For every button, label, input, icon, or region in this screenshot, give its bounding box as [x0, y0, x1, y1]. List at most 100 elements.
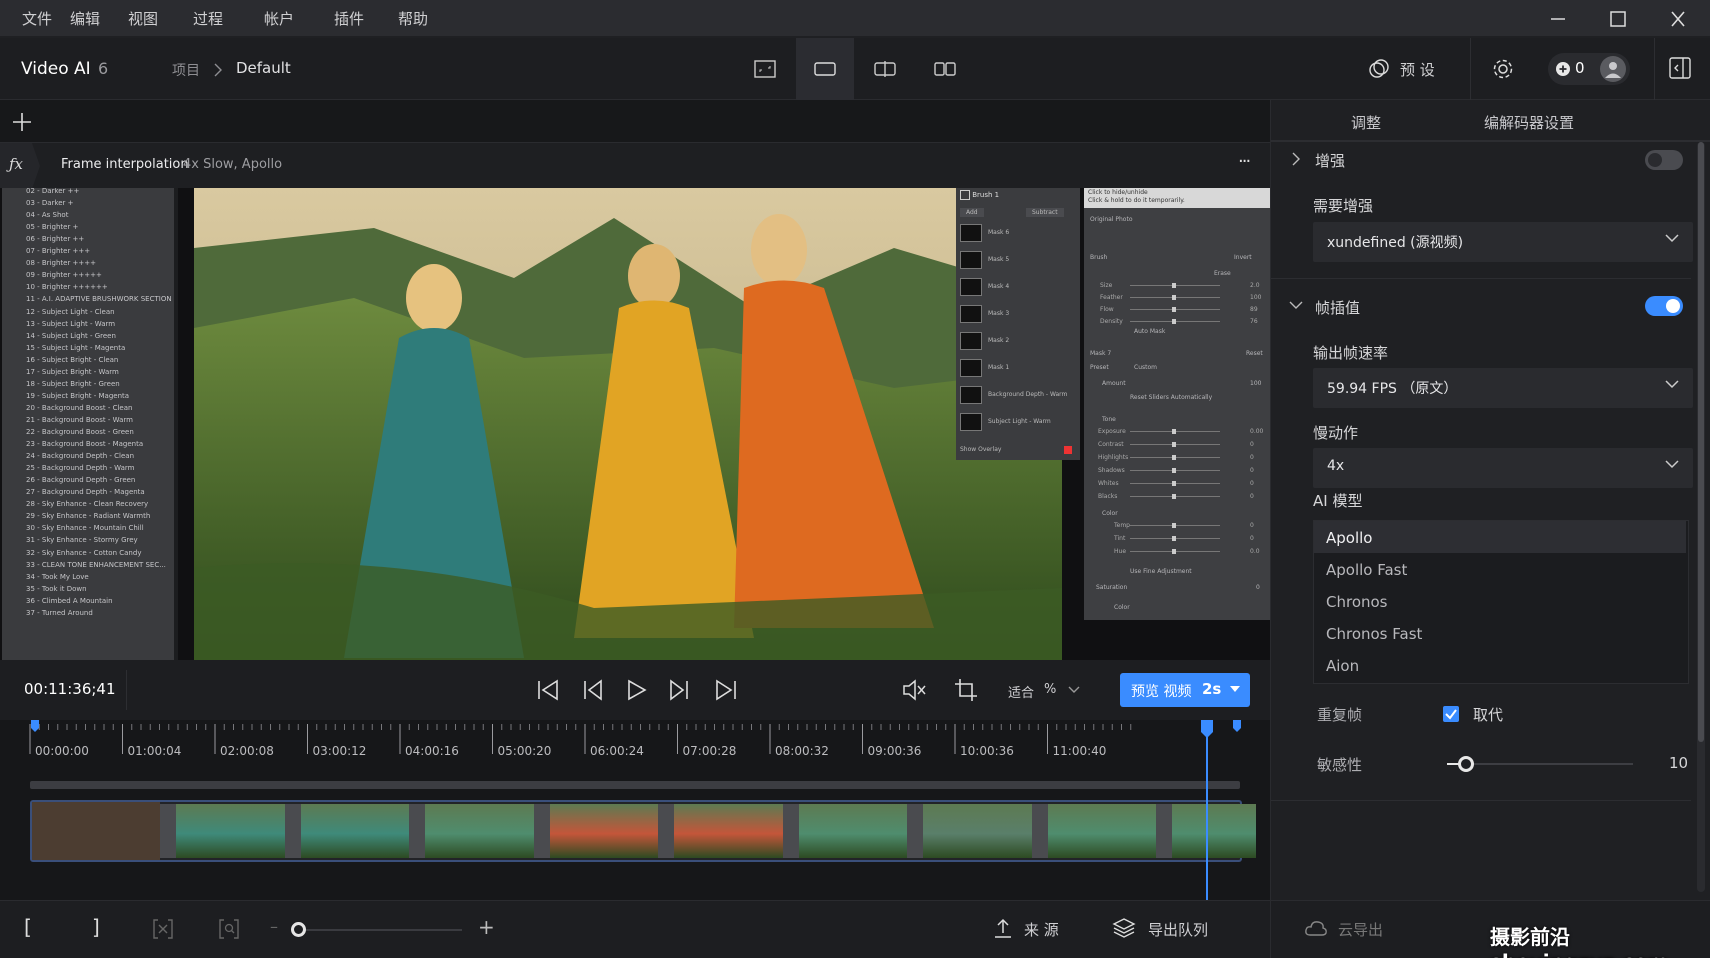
original-photo-label[interactable]: Original Photo	[1090, 216, 1133, 223]
zoom-to-selection-icon[interactable]	[218, 918, 240, 940]
preset-item[interactable]: 28 - Sky Enhance - Clean Recovery	[26, 500, 148, 508]
preset-item[interactable]: 23 - Background Boost - Magenta	[26, 440, 143, 448]
preview-video-button[interactable]: 预览 视频 2s	[1120, 673, 1250, 707]
mask-item[interactable]: Subject Light - Warm	[988, 418, 1051, 425]
enhance-expand-icon[interactable]	[1291, 152, 1301, 166]
mark-in-button[interactable]: [	[24, 915, 32, 939]
preset-item[interactable]: 25 - Background Depth - Warm	[26, 464, 135, 472]
menu-process[interactable]: 过程	[193, 8, 223, 29]
model-option[interactable]: Apollo	[1314, 521, 1686, 553]
slider-thumb[interactable]	[1172, 442, 1176, 447]
view-single-button[interactable]	[796, 38, 854, 100]
clear-marks-icon[interactable]	[152, 918, 174, 940]
sensitivity-slider-track[interactable]	[1447, 756, 1633, 772]
slider-thumb[interactable]	[1172, 429, 1176, 434]
tab-adjust[interactable]: 调整	[1351, 112, 1381, 133]
mask-item[interactable]: Background Depth - Warm	[988, 391, 1067, 398]
mask-thumbnail[interactable]	[960, 251, 982, 269]
menu-help[interactable]: 帮助	[398, 8, 428, 29]
frame-interp-collapse-icon[interactable]	[1289, 300, 1303, 310]
show-overlay-label[interactable]: Show Overlay	[960, 446, 1001, 453]
slider-thumb[interactable]	[1172, 295, 1176, 300]
maximize-button[interactable]	[1598, 6, 1638, 32]
menu-edit[interactable]: 编辑	[70, 8, 100, 29]
slider-thumb[interactable]	[1172, 319, 1176, 324]
playhead-handle-icon[interactable]	[1200, 720, 1214, 740]
preset-item[interactable]: 16 - Subject Bright - Clean	[26, 356, 118, 364]
slider-thumb[interactable]	[1172, 536, 1176, 541]
invert-label[interactable]: Invert	[1234, 254, 1252, 261]
view-side-by-side-button[interactable]	[916, 38, 974, 100]
enhance-toggle[interactable]	[1645, 150, 1683, 170]
breadcrumb-root[interactable]: 项目	[172, 60, 200, 80]
slider-thumb[interactable]	[1172, 307, 1176, 312]
view-single-zoom-button[interactable]	[736, 38, 794, 100]
mask-thumbnail[interactable]	[960, 278, 982, 296]
enhance-label[interactable]: 增强	[1315, 150, 1345, 171]
timeline-zoom-knob[interactable]	[291, 922, 306, 937]
preset-item[interactable]: 30 - Sky Enhance - Mountain Chill	[26, 524, 144, 532]
cloud-export-button[interactable]: 云导出	[1304, 915, 1404, 943]
preset-item[interactable]: 02 - Darker ++	[26, 188, 79, 195]
model-option[interactable]: Aion	[1314, 649, 1686, 681]
mask-item[interactable]: Mask 2	[988, 337, 1009, 344]
preset-item[interactable]: 04 - As Shot	[26, 211, 68, 219]
replace-checkbox[interactable]	[1443, 706, 1459, 722]
preset-item[interactable]: 36 - Climbed A Mountain	[26, 597, 113, 605]
mask-thumbnail[interactable]	[960, 413, 982, 431]
preset-item[interactable]: 13 - Subject Light - Warm	[26, 320, 115, 328]
preset-item[interactable]: 09 - Brighter +++++	[26, 271, 102, 279]
mask-thumbnail[interactable]	[960, 305, 982, 323]
preset-item[interactable]: 12 - Subject Light - Clean	[26, 308, 115, 316]
next-frame-button[interactable]	[666, 676, 694, 704]
replace-label[interactable]: 取代	[1473, 704, 1503, 725]
zoom-chevron-down-icon[interactable]	[1068, 686, 1080, 694]
go-to-start-button[interactable]	[534, 676, 562, 704]
preset-item[interactable]: 18 - Subject Bright - Green	[26, 380, 120, 388]
preset-item[interactable]: 33 - CLEAN TONE ENHANCEMENT SEC...	[26, 561, 166, 569]
preset-item[interactable]: 21 - Background Boost - Warm	[26, 416, 133, 424]
reset-sliders-label[interactable]: Reset Sliders Automatically	[1130, 394, 1212, 401]
menu-file[interactable]: 文件	[22, 8, 52, 29]
mask-thumbnail[interactable]	[960, 386, 982, 404]
in-marker-icon[interactable]	[30, 720, 40, 734]
mask-item[interactable]: Mask 3	[988, 310, 1009, 317]
play-button[interactable]	[622, 676, 650, 704]
erase-label[interactable]: Erase	[1214, 270, 1231, 277]
add-mask-button[interactable]: Add	[960, 208, 984, 217]
fx-badge[interactable]: ƒx	[0, 143, 40, 189]
overlay-color-swatch[interactable]	[1064, 446, 1072, 454]
tab-codec-settings[interactable]: 编解码器设置	[1484, 112, 1574, 133]
slider-thumb[interactable]	[1172, 494, 1176, 499]
breadcrumb-current[interactable]: Default	[236, 59, 291, 77]
preset-item[interactable]: 22 - Background Boost - Green	[26, 428, 134, 436]
menu-account[interactable]: 帐户	[264, 8, 294, 29]
preset-item[interactable]: 03 - Darker +	[26, 199, 74, 207]
export-queue-button[interactable]: 导出队列	[1112, 915, 1212, 943]
model-option[interactable]: Apollo Fast	[1314, 553, 1686, 585]
slider-thumb[interactable]	[1172, 549, 1176, 554]
zoom-out-button[interactable]: –	[270, 917, 278, 936]
need-enhance-dropdown[interactable]: xundefined (源视频)	[1313, 222, 1693, 262]
sensitivity-slider-knob[interactable]	[1457, 756, 1474, 772]
avatar[interactable]	[1600, 56, 1626, 82]
mask-item[interactable]: Mask 4	[988, 283, 1009, 290]
mask-item[interactable]: Mask 6	[988, 229, 1009, 236]
preset-item[interactable]: 07 - Brighter +++	[26, 247, 90, 255]
mark-out-button[interactable]: ]	[92, 915, 100, 939]
crop-button[interactable]	[952, 676, 980, 704]
more-options-button[interactable]: ···	[1238, 151, 1251, 172]
close-button[interactable]	[1658, 6, 1698, 32]
output-fps-dropdown[interactable]: 59.94 FPS （原文）	[1313, 368, 1693, 408]
slider-thumb[interactable]	[1172, 523, 1176, 528]
minimize-button[interactable]	[1538, 6, 1578, 32]
preset-item[interactable]: 24 - Background Depth - Clean	[26, 452, 134, 460]
slider-thumb[interactable]	[1172, 468, 1176, 473]
out-marker-icon[interactable]	[1232, 720, 1242, 734]
preset-item[interactable]: 10 - Brighter ++++++	[26, 283, 108, 291]
settings-button[interactable]	[1490, 56, 1516, 82]
frame-interp-toggle[interactable]	[1645, 296, 1683, 316]
auto-mask-label[interactable]: Auto Mask	[1134, 328, 1165, 335]
preset-item[interactable]: 37 - Turned Around	[26, 609, 93, 617]
panel-scrollbar[interactable]	[1697, 142, 1705, 892]
